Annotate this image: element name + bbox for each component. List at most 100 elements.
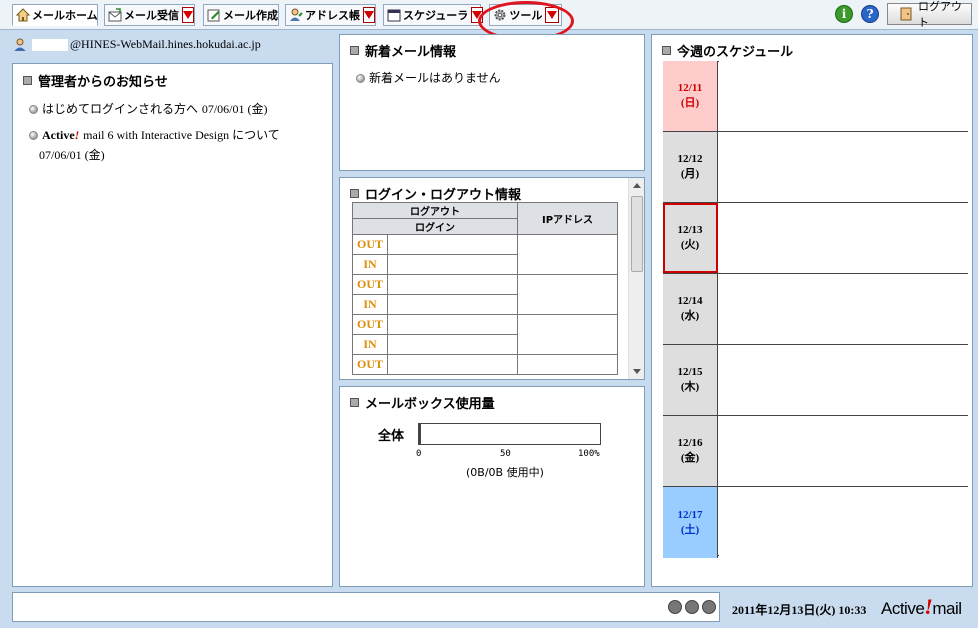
title-square-icon	[23, 76, 32, 85]
schedule-day-cell[interactable]: 12/15 (木)	[663, 345, 718, 415]
help-icon[interactable]: ?	[861, 5, 879, 23]
schedule-day-row[interactable]: 12/13 (火)	[663, 203, 968, 274]
schedule-weekday: (土)	[680, 523, 700, 536]
tab-mail-compose[interactable]: メール作成	[203, 4, 279, 26]
panel-title: メールボックス使用量	[350, 393, 495, 412]
new-mail-message: 新着メールはありません	[356, 69, 501, 86]
dropdown-arrow-icon[interactable]	[545, 7, 559, 23]
row-type: OUT	[352, 234, 388, 255]
title-square-icon	[350, 189, 359, 198]
weekly-schedule-panel: 今週のスケジュール 12/11 (日) 12/12 (月) 12/13 (火) 12/14 (…	[651, 34, 973, 587]
logout-icon	[900, 7, 912, 21]
mail-receive-icon	[108, 7, 122, 23]
schedule-weekday: (月)	[680, 168, 700, 180]
schedule-content-cell[interactable]	[719, 345, 968, 415]
schedule-date: 12/15	[677, 366, 703, 378]
notice-text[interactable]: mail 6 with Interactive Design について	[83, 128, 280, 142]
time-cell	[387, 254, 518, 275]
login-history-table: ログアウト IPアドレス ログイン OUT IN OUT IN OUT IN O…	[352, 202, 618, 375]
bullet-icon	[29, 105, 38, 114]
nav-up-icon[interactable]	[668, 600, 682, 614]
scroll-down-icon[interactable]	[633, 369, 641, 374]
row-type: OUT	[352, 274, 388, 295]
notices-title: 管理者からのお知らせ	[38, 75, 168, 90]
schedule-day-row[interactable]: 12/16 (金)	[663, 416, 968, 487]
tab-tools[interactable]: ツール	[489, 4, 562, 26]
dropdown-arrow-icon[interactable]	[363, 7, 375, 23]
schedule-date: 12/13	[677, 224, 703, 236]
schedule-day-row[interactable]: 12/11 (日)	[663, 61, 968, 132]
redacted-username	[32, 38, 68, 51]
scroll-thumb[interactable]	[631, 196, 643, 272]
schedule-day-cell[interactable]: 12/16 (金)	[663, 416, 718, 486]
dropdown-arrow-icon[interactable]	[182, 7, 194, 23]
schedule-day-row[interactable]: 12/12 (月)	[663, 132, 968, 203]
new-mail-text: 新着メールはありません	[369, 71, 501, 85]
schedule-day-cell[interactable]: 12/12 (月)	[663, 132, 718, 202]
schedule-day-cell[interactable]: 12/14 (水)	[663, 274, 718, 344]
tab-scheduler[interactable]: スケジューラ	[383, 4, 484, 26]
schedule-day-cell[interactable]: 12/11 (日)	[663, 61, 718, 131]
notice-item[interactable]: Active! mail 6 with Interactive Design に…	[29, 125, 319, 165]
brand-mark: !	[74, 128, 80, 142]
new-mail-title: 新着メール情報	[365, 45, 457, 60]
dropdown-arrow-icon[interactable]	[471, 7, 484, 23]
schedule-date: 12/16	[677, 437, 703, 449]
schedule-weekday: (水)	[680, 310, 700, 322]
tab-label: メール作成	[223, 9, 278, 22]
logo-prefix: Active	[881, 599, 925, 618]
info-icon[interactable]: i	[835, 5, 853, 23]
scale-max: 100%	[578, 449, 600, 459]
tab-label: スケジューラ	[403, 9, 469, 22]
schedule-content-cell[interactable]	[719, 61, 968, 131]
schedule-content-cell[interactable]	[719, 203, 968, 273]
bullet-icon	[29, 131, 38, 140]
tab-address-book[interactable]: アドレス帳	[285, 4, 376, 26]
scroll-up-icon[interactable]	[633, 183, 641, 188]
schedule-day-row[interactable]: 12/17 (土)	[663, 487, 968, 558]
schedule-grid: 12/11 (日) 12/12 (月) 12/13 (火) 12/14 (水) 12/15 (木)…	[652, 61, 974, 558]
schedule-day-cell[interactable]: 12/17 (土)	[663, 487, 718, 558]
schedule-date: 12/14	[677, 295, 703, 307]
vertical-scrollbar[interactable]	[628, 178, 644, 379]
schedule-date: 12/12	[677, 153, 703, 165]
nav-next-icon[interactable]	[702, 600, 716, 614]
usage-bar	[418, 423, 601, 445]
mail-compose-icon	[207, 7, 221, 23]
mailbox-title: メールボックス使用量	[365, 397, 495, 412]
schedule-day-cell[interactable]: 12/13 (火)	[663, 203, 718, 273]
schedule-content-cell[interactable]	[719, 487, 968, 558]
status-bar	[12, 592, 720, 622]
new-mail-panel: 新着メール情報 新着メールはありません	[339, 34, 645, 171]
schedule-date: 12/17	[677, 508, 703, 521]
notice-text[interactable]: はじめてログインされる方へ	[42, 102, 198, 116]
address-book-icon	[289, 7, 303, 23]
schedule-content-cell[interactable]	[719, 416, 968, 486]
ip-cell	[517, 234, 618, 275]
panel-title: ログイン・ログアウト情報	[350, 184, 521, 203]
schedule-day-row[interactable]: 12/15 (木)	[663, 345, 968, 416]
row-type: OUT	[352, 314, 388, 335]
usage-bar-fill	[419, 424, 421, 444]
column-header-logout: ログアウト	[352, 202, 518, 219]
schedule-content-cell[interactable]	[719, 132, 968, 202]
row-type: OUT	[352, 354, 388, 375]
tab-mail-receive[interactable]: メール受信	[104, 4, 195, 26]
title-square-icon	[350, 46, 359, 55]
tab-mail-home[interactable]: メールホーム	[12, 4, 98, 26]
column-header-ip: IPアドレス	[517, 202, 618, 235]
column-header-login: ログイン	[352, 218, 518, 235]
gear-icon	[493, 7, 507, 23]
schedule-content-cell[interactable]	[719, 274, 968, 344]
schedule-date: 12/11	[677, 82, 703, 94]
notice-item[interactable]: はじめてログインされる方へ 07/06/01 (金)	[29, 100, 268, 117]
panel-title: 新着メール情報	[350, 41, 456, 60]
schedule-weekday: (日)	[680, 97, 700, 109]
schedule-day-row[interactable]: 12/14 (水)	[663, 274, 968, 345]
nav-down-icon[interactable]	[685, 600, 699, 614]
notice-date: 07/06/01 (金)	[39, 148, 105, 162]
logout-button[interactable]: ログアウト	[887, 0, 972, 29]
scale-min: 0	[416, 449, 422, 459]
panel-title: 今週のスケジュール	[662, 41, 793, 60]
time-cell	[387, 274, 518, 295]
